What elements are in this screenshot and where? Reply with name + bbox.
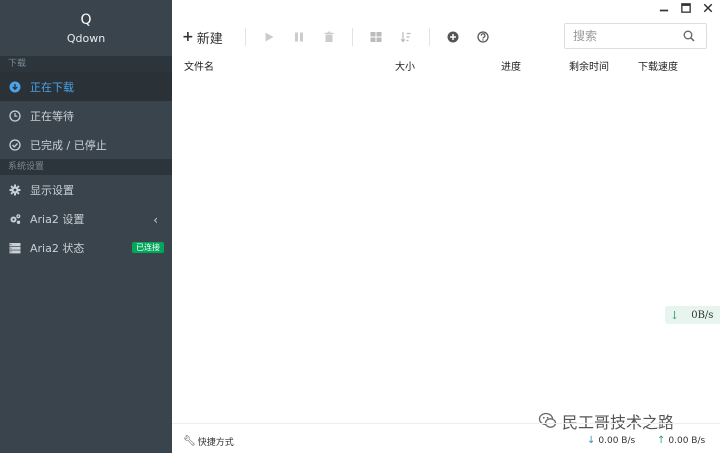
column-header-download-speed[interactable]: 下载速度 xyxy=(638,58,678,73)
column-header-remaining-time[interactable]: 剩余时间 xyxy=(569,58,609,73)
wrench-icon: 🔧︎ xyxy=(183,436,196,447)
new-task-label: 新建 xyxy=(196,31,223,47)
pause-icon xyxy=(294,32,303,42)
status-badge: 已连接 xyxy=(132,242,164,253)
search-box xyxy=(564,23,707,49)
sidebar-item-label: 已完成 / 已停止 xyxy=(30,138,107,152)
status-bar: 🔧︎ 快捷方式 ↓ 0.00 B/s ↑ 0.00 B/s xyxy=(172,423,720,453)
app-name: Qdown xyxy=(66,31,106,45)
arrow-up-icon: ↑ xyxy=(657,435,666,446)
column-header-progress[interactable]: 进度 xyxy=(501,58,521,73)
delete-button[interactable] xyxy=(319,27,339,47)
plus-icon: + xyxy=(182,29,194,45)
task-table-header: 文件名 大小 进度 剩余时间 下载速度 xyxy=(172,56,720,73)
floating-speed-indicator: ↓ 0B/s xyxy=(665,306,720,324)
sidebar-item-label: 正在下载 xyxy=(30,80,74,94)
sidebar-item-completed[interactable]: 已完成 / 已停止 xyxy=(0,130,172,159)
arrow-down-icon: ↓ xyxy=(587,435,596,446)
window-controls xyxy=(658,2,714,14)
column-header-size[interactable]: 大小 xyxy=(395,58,415,73)
column-header-filename[interactable]: 文件名 xyxy=(184,58,214,73)
brand: Q Qdown xyxy=(0,0,172,56)
minimize-icon xyxy=(659,9,669,12)
clock-icon xyxy=(9,109,21,122)
search-input[interactable] xyxy=(573,29,683,43)
download-speed: ↓ 0.00 B/s xyxy=(587,435,635,446)
sidebar-item-label: Aria2 状态 xyxy=(30,241,85,255)
floating-speed-value: 0B/s xyxy=(691,309,714,321)
chevron-left-icon: ‹ xyxy=(153,213,158,227)
maximize-icon xyxy=(681,3,691,13)
sidebar-item-label: Aria2 设置 xyxy=(30,212,85,226)
sort-button[interactable] xyxy=(396,27,416,47)
toolbar-divider xyxy=(244,28,246,46)
start-button[interactable] xyxy=(259,27,279,47)
app-logo: Q xyxy=(80,11,92,28)
maximize-button[interactable] xyxy=(680,2,692,14)
help-button[interactable] xyxy=(473,27,493,47)
sidebar-item-label: 正在等待 xyxy=(30,109,74,123)
download-speed-value: 0.00 B/s xyxy=(598,435,636,446)
download-circle-icon xyxy=(9,81,21,93)
gears-icon xyxy=(9,213,21,225)
shortcut-link[interactable]: 🔧︎ 快捷方式 xyxy=(183,435,234,448)
toolbar-divider xyxy=(351,28,353,46)
pause-button[interactable] xyxy=(289,27,309,47)
toolbar: + 新建 xyxy=(172,22,720,52)
arrow-down-icon: ↓ xyxy=(670,308,680,322)
sidebar-item-display-settings[interactable]: 显示设置 xyxy=(0,175,172,204)
sidebar-item-aria2-status[interactable]: Aria2 状态 已连接 xyxy=(0,233,172,262)
upload-speed-value: 0.00 B/s xyxy=(668,435,706,446)
grid-icon xyxy=(370,32,382,42)
plus-circle-icon xyxy=(447,31,459,43)
sidebar-item-downloading[interactable]: 正在下载 xyxy=(0,72,172,101)
play-icon xyxy=(265,32,274,42)
gear-icon xyxy=(9,184,21,196)
server-icon xyxy=(9,242,21,254)
add-button[interactable] xyxy=(443,27,463,47)
section-header-download: 下载 xyxy=(0,56,172,72)
check-circle-icon xyxy=(9,138,21,151)
trash-icon xyxy=(324,31,334,42)
search-icon[interactable] xyxy=(683,30,695,42)
sidebar-item-waiting[interactable]: 正在等待 xyxy=(0,101,172,130)
upload-speed: ↑ 0.00 B/s xyxy=(657,435,705,446)
sidebar: Q Qdown 下载 正在下载 正在等待 已完成 / 已停止 系统设置 显示设置… xyxy=(0,0,172,453)
sort-icon xyxy=(400,32,411,43)
minimize-button[interactable] xyxy=(658,2,670,14)
main-panel: + 新建 文件名 大小 xyxy=(172,0,720,453)
close-button[interactable] xyxy=(702,2,714,14)
section-header-settings: 系统设置 xyxy=(0,159,172,175)
select-all-button[interactable] xyxy=(366,27,386,47)
new-task-button[interactable]: + 新建 xyxy=(182,28,223,47)
toolbar-divider xyxy=(428,28,430,46)
question-circle-icon xyxy=(477,31,489,43)
close-icon xyxy=(703,3,713,13)
sidebar-item-aria2-settings[interactable]: Aria2 设置 ‹ xyxy=(0,204,172,233)
shortcut-label: 快捷方式 xyxy=(197,438,234,448)
sidebar-item-label: 显示设置 xyxy=(30,183,74,197)
